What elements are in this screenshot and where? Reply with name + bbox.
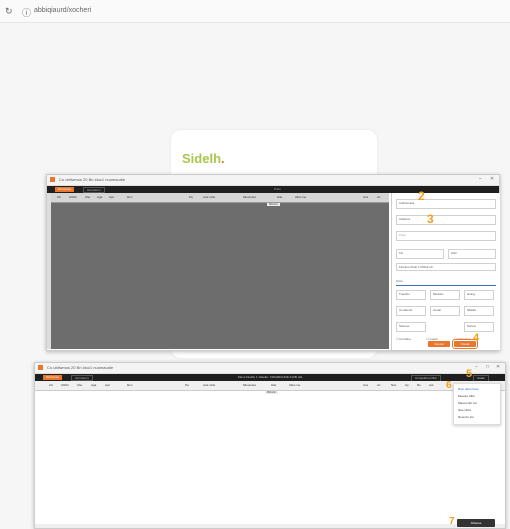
- logo-dot: .: [221, 151, 225, 166]
- column-header[interactable]: Pa: [185, 383, 189, 387]
- column-header[interactable]: Aol: [429, 383, 433, 387]
- column-header[interactable]: Ron: [127, 195, 133, 199]
- close-icon[interactable]: ✕: [490, 176, 494, 182]
- column-header[interactable]: AC: [49, 383, 53, 387]
- option-field[interactable]: Hoing: [464, 290, 494, 300]
- column-header[interactable]: Apc: [109, 195, 114, 199]
- menu-item[interactable]: Meaure Alfer: [458, 394, 475, 398]
- cancel-button[interactable]: Cancel: [428, 341, 450, 347]
- app-window-create: Co ubilwmos 20 Bn iduc1 nuomaudie – ✕ Or…: [46, 174, 500, 351]
- footer-button[interactable]: Ahlaoss: [457, 519, 495, 527]
- window-titlebar: Co ubilwmos 20 Bn iduc1 nuomaudie – ✕: [47, 175, 499, 186]
- toolbar-button-primary[interactable]: Orirumna: [55, 187, 74, 192]
- end-field[interactable]: Ahcr: [448, 249, 496, 259]
- url-text[interactable]: abbiqiaurd/xocheri: [34, 7, 91, 14]
- site-logo: Sidelh.: [182, 151, 225, 166]
- window-title: Co ubilwmos 20 Bn iduc1 nuomaudie: [59, 177, 126, 182]
- date-range-field[interactable]: Fincano Pollo 1 PMo2 10: [396, 263, 496, 271]
- column-header[interactable]: Ap: [405, 383, 409, 387]
- step-marker: 4: [473, 332, 480, 344]
- grid-subheader: Mitbeho: [267, 203, 280, 206]
- name-field[interactable]: Aubrienaca: [396, 199, 496, 209]
- browser-address-bar: ↻ ⓘ abbiqiaurd/xocheri: [0, 0, 510, 23]
- toolbar-center-label: Monc biudbs 1 10aulle: CWHMICNOE F10B LI…: [238, 375, 303, 379]
- menu-item[interactable]: Macoomllc Ioc: [458, 401, 477, 405]
- column-header[interactable]: Ahhbi: [69, 195, 77, 199]
- column-header[interactable]: Apc: [105, 383, 110, 387]
- toolbar-center-label: Pollo: [274, 187, 281, 191]
- window-titlebar: Co ubilwmos 20 Bn iduc1 nuomaudie – □ ✕: [35, 363, 505, 374]
- column-header[interactable]: Ro: [417, 383, 421, 387]
- column-header[interactable]: Ans: [363, 383, 368, 387]
- close-icon[interactable]: ✕: [496, 364, 500, 370]
- app-toolbar: Orirumna Acrodenrn Monc biudbs 1 10aulle…: [35, 374, 505, 382]
- column-header[interactable]: Ac: [377, 195, 381, 199]
- step-marker: 2: [418, 189, 425, 203]
- column-header[interactable]: Ahhbi: [61, 383, 69, 387]
- grid-header: AC Ahhbi Ahe Aga Apc Ron Pa Aod nicle Mi…: [47, 193, 389, 203]
- section-divider: [396, 285, 496, 286]
- column-header[interactable]: Ans: [363, 195, 368, 199]
- step-marker: 5: [466, 368, 473, 380]
- menu-item[interactable]: Rien deho hare: [458, 387, 479, 391]
- option-field[interactable]: Trancbn: [396, 290, 426, 300]
- window-title: Co ubilwmos 20 Bn iduc1 nuomaudie: [47, 365, 114, 370]
- description-field[interactable]: Aubierre: [396, 215, 496, 225]
- reload-icon[interactable]: ↻: [5, 6, 13, 17]
- grid-subheader: Mitbeho: [265, 391, 278, 394]
- dropdown-menu: Rien deho hare Meaure Alfer Macoomllc Io…: [453, 383, 501, 425]
- column-header[interactable]: Ahe: [85, 195, 90, 199]
- column-header[interactable]: Aga: [91, 383, 96, 387]
- minimize-icon[interactable]: –: [479, 176, 482, 182]
- app-toolbar: Orirumna Acrodenrn Pollo: [47, 186, 499, 193]
- column-header[interactable]: Ac: [377, 383, 381, 387]
- column-header[interactable]: Hite: [277, 195, 282, 199]
- column-header[interactable]: Allos ine: [289, 383, 300, 387]
- column-header[interactable]: Aod nicle: [203, 195, 215, 199]
- start-field[interactable]: Tio: [396, 249, 444, 259]
- column-header[interactable]: Aga: [97, 195, 102, 199]
- column-header[interactable]: Pa: [189, 195, 193, 199]
- column-header[interactable]: AC: [57, 195, 61, 199]
- option-field[interactable]: Siladlo: [464, 306, 494, 316]
- left-strip: [47, 193, 51, 349]
- column-header[interactable]: Mioundes: [243, 383, 256, 387]
- menu-item[interactable]: Ikee Hlice: [458, 408, 471, 412]
- checkbox-label: Foncline: [399, 337, 411, 341]
- checkbox-foncline[interactable]: ☐ Foncline: [396, 337, 411, 341]
- minimize-icon[interactable]: –: [475, 364, 478, 370]
- option-field[interactable]: Surma: [464, 322, 494, 332]
- section-label: Hlcre: [396, 279, 404, 283]
- app-window-grid: Co ubilwmos 20 Bn iduc1 nuomaudie – □ ✕ …: [34, 362, 506, 529]
- menu-item[interactable]: Reonciu Ioc: [458, 415, 474, 419]
- column-header[interactable]: Ron: [127, 383, 133, 387]
- step-marker: 3: [427, 212, 434, 226]
- column-header[interactable]: Ahe: [77, 383, 82, 387]
- phase-field[interactable]: Phau: [396, 231, 496, 241]
- app-icon: [50, 177, 55, 182]
- status-bar: [35, 524, 505, 528]
- data-grid[interactable]: AC Ahhbi Ahe Aga Apc Ron Pa Aod nicle Mi…: [47, 193, 389, 349]
- grid-header: AC Ahhbi Ahe Aga Apc Ron Pa Aod nicle Mi…: [35, 381, 505, 391]
- site-info-icon[interactable]: ⓘ: [22, 6, 31, 19]
- app-icon: [38, 365, 43, 370]
- option-field[interactable]: Moviarc: [430, 290, 460, 300]
- toolbar-button-primary[interactable]: Orirumna: [43, 375, 62, 380]
- step-marker: 7: [449, 516, 455, 527]
- column-header[interactable]: Allos ine: [295, 195, 306, 199]
- column-header[interactable]: Nce: [391, 383, 396, 387]
- maximize-icon[interactable]: □: [486, 364, 489, 370]
- logo-text: Sidelh: [182, 151, 222, 166]
- option-field[interactable]: Shonue: [396, 322, 426, 332]
- create-panel: Aubrienaca Aubierre Phau Tio Ahcr Fincan…: [391, 193, 500, 350]
- column-header[interactable]: Hite: [271, 383, 276, 387]
- column-header[interactable]: Mioundes: [243, 195, 256, 199]
- step-marker: 6: [446, 380, 452, 391]
- column-header[interactable]: Aod nicle: [203, 383, 215, 387]
- option-field[interactable]: Coroberto: [396, 306, 426, 316]
- option-field[interactable]: Coreh: [430, 306, 460, 316]
